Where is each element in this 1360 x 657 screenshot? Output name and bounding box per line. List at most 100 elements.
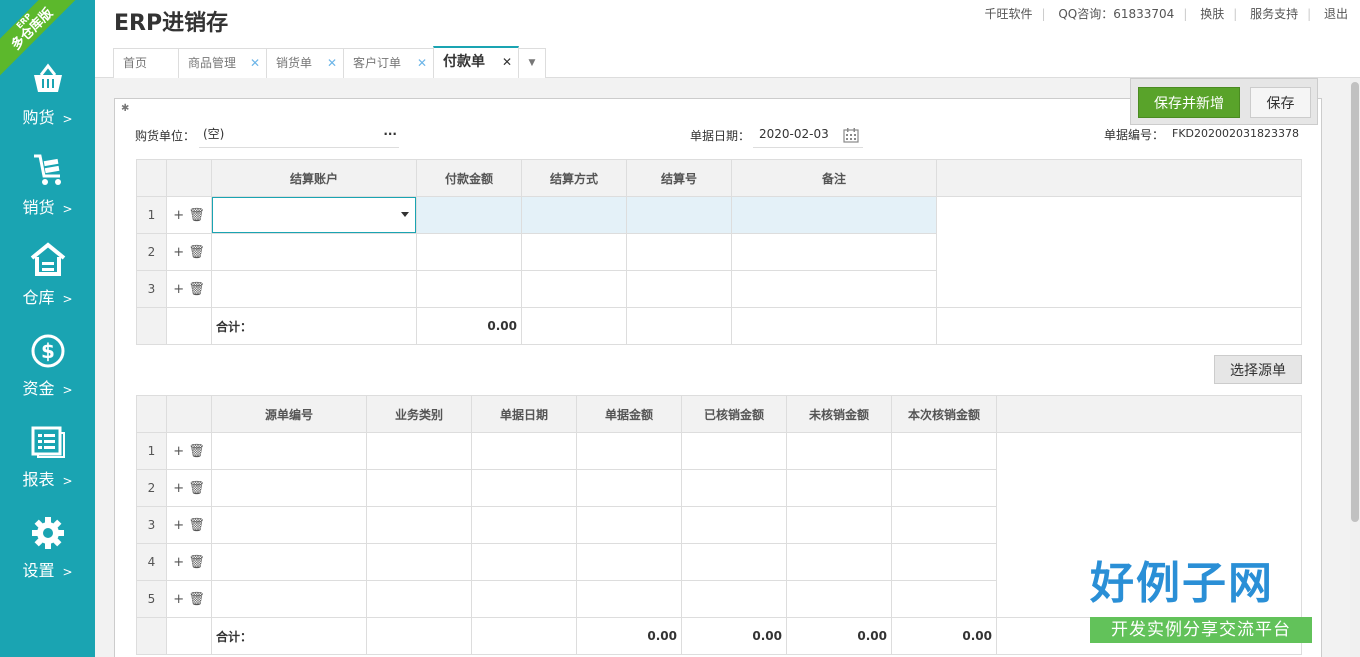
date-field[interactable]: 2020-02-03 xyxy=(753,124,863,148)
table-row[interactable]: 1 + 🗑 xyxy=(136,196,1302,308)
method-cell[interactable] xyxy=(521,196,627,234)
add-row-icon[interactable]: + xyxy=(173,518,184,533)
column-header[interactable]: 结算方式 xyxy=(521,159,627,197)
delete-row-icon[interactable]: 🗑 xyxy=(188,208,205,223)
scroll-thumb[interactable] xyxy=(1351,82,1359,522)
close-icon[interactable]: ✕ xyxy=(250,49,260,77)
sidebar-item-label: 销货 xyxy=(22,198,55,217)
link-skin[interactable]: 换肤 xyxy=(1200,7,1224,21)
delete-row-icon[interactable]: 🗑 xyxy=(188,555,205,570)
row-number: 4 xyxy=(136,543,167,581)
settle-no-cell[interactable] xyxy=(626,270,732,308)
watermark-logo: 好例子网 开发实例分享交流平台 xyxy=(1090,555,1312,645)
tab-home[interactable]: 首页 xyxy=(113,48,179,78)
sidebar-item-settings[interactable]: 设置 > xyxy=(0,515,95,595)
link-logout[interactable]: 退出 xyxy=(1324,7,1348,21)
add-row-icon[interactable]: + xyxy=(173,555,184,570)
column-header[interactable]: 业务类别 xyxy=(366,395,472,433)
link-company[interactable]: 千旺软件 xyxy=(984,7,1032,21)
chevron-right-icon: > xyxy=(62,202,73,216)
row-number: 5 xyxy=(136,580,167,618)
column-header[interactable]: 源单编号 xyxy=(211,395,367,433)
account-select[interactable] xyxy=(212,197,416,233)
logo-subtitle: 开发实例分享交流平台 xyxy=(1090,617,1312,643)
add-row-icon[interactable]: + xyxy=(173,481,184,496)
sidebar-item-label: 仓库 xyxy=(22,288,55,307)
close-icon[interactable]: ✕ xyxy=(327,49,337,77)
method-cell[interactable] xyxy=(521,233,627,271)
total-label: 合计： xyxy=(211,617,367,655)
column-header[interactable]: 已核销金额 xyxy=(681,395,787,433)
total-row: 合计： 0.00 xyxy=(136,307,1302,345)
more-icon[interactable]: ··· xyxy=(383,124,397,144)
add-row-icon[interactable]: + xyxy=(173,592,184,607)
delete-row-icon[interactable]: 🗑 xyxy=(188,444,205,459)
tab-products[interactable]: 商品管理 ✕ xyxy=(178,48,267,78)
supplier-field[interactable]: (空) ··· xyxy=(199,124,399,148)
sidebar-item-funds[interactable]: $ 资金 > xyxy=(0,333,95,413)
remark-cell[interactable] xyxy=(731,270,937,308)
total-doc-amount: 0.00 xyxy=(576,617,682,655)
settle-no-cell[interactable] xyxy=(626,196,732,234)
report-icon xyxy=(31,426,65,458)
add-row-icon[interactable]: + xyxy=(173,208,184,223)
tab-bar: 首页 商品管理 ✕ 销货单 ✕ 客户订单 ✕ 付款单 ✕ ▼ xyxy=(95,46,1360,78)
toolbar: 保存并新增 保存 xyxy=(1130,78,1318,125)
close-icon[interactable]: ✕ xyxy=(502,48,512,76)
add-row-icon[interactable]: + xyxy=(173,282,184,297)
delete-row-icon[interactable]: 🗑 xyxy=(188,518,205,533)
sidebar-item-sales[interactable]: 销货 > xyxy=(0,152,95,232)
chevron-right-icon: > xyxy=(62,565,73,579)
scrollbar[interactable] xyxy=(1350,78,1360,657)
tab-payment[interactable]: 付款单 ✕ xyxy=(433,46,519,78)
row-number: 3 xyxy=(136,270,167,308)
add-row-icon[interactable]: + xyxy=(173,245,184,260)
link-qq[interactable]: QQ咨询：61833704 xyxy=(1058,7,1174,21)
delete-row-icon[interactable]: 🗑 xyxy=(188,592,205,607)
remark-cell[interactable] xyxy=(731,196,937,234)
sidebar-item-reports[interactable]: 报表 > xyxy=(0,424,95,504)
settle-no-cell[interactable] xyxy=(626,233,732,271)
calendar-icon[interactable] xyxy=(843,127,859,143)
supplier-label: 购货单位： xyxy=(135,129,196,143)
column-header[interactable]: 备注 xyxy=(731,159,937,197)
sidebar-item-label: 资金 xyxy=(22,379,55,398)
delete-row-icon[interactable]: 🗑 xyxy=(188,245,205,260)
account-cell[interactable] xyxy=(211,270,417,308)
column-header[interactable]: 单据金额 xyxy=(576,395,682,433)
tab-menu-dropdown[interactable]: ▼ xyxy=(518,48,546,78)
amount-cell[interactable] xyxy=(416,233,522,271)
tab-sales-order[interactable]: 销货单 ✕ xyxy=(266,48,344,78)
chevron-right-icon: > xyxy=(62,292,73,306)
add-row-icon[interactable]: + xyxy=(173,444,184,459)
sidebar-item-label: 报表 xyxy=(22,470,55,489)
link-support[interactable]: 服务支持 xyxy=(1250,7,1298,21)
account-cell[interactable] xyxy=(211,233,417,271)
delete-row-icon[interactable]: 🗑 xyxy=(188,282,205,297)
column-header[interactable]: 结算号 xyxy=(626,159,732,197)
sidebar-item-warehouse[interactable]: 仓库 > xyxy=(0,242,95,322)
chevron-right-icon: > xyxy=(62,383,73,397)
amount-cell[interactable] xyxy=(416,270,522,308)
column-header[interactable]: 未核销金额 xyxy=(786,395,892,433)
remark-cell[interactable] xyxy=(731,233,937,271)
close-icon[interactable]: ✕ xyxy=(417,49,427,77)
column-header[interactable]: 结算账户 xyxy=(211,159,417,197)
amount-cell[interactable] xyxy=(416,196,522,234)
column-header[interactable]: 付款金额 xyxy=(416,159,522,197)
choose-source-button[interactable]: 选择源单 xyxy=(1214,355,1302,384)
column-header[interactable]: 单据日期 xyxy=(471,395,577,433)
sidebar-item-label: 购货 xyxy=(22,108,55,127)
save-button[interactable]: 保存 xyxy=(1250,87,1311,118)
svg-text:$: $ xyxy=(41,339,55,363)
tab-customer-order[interactable]: 客户订单 ✕ xyxy=(343,48,434,78)
delete-row-icon[interactable]: 🗑 xyxy=(188,481,205,496)
table-row[interactable]: 1 + 🗑 xyxy=(136,432,1302,618)
save-and-new-button[interactable]: 保存并新增 xyxy=(1138,87,1240,118)
gear-icon xyxy=(31,517,64,549)
settings-small-icon[interactable]: ✱ xyxy=(121,103,129,114)
method-cell[interactable] xyxy=(521,270,627,308)
sidebar-item-purchase[interactable]: 购货 > xyxy=(0,62,95,142)
column-header[interactable]: 本次核销金额 xyxy=(891,395,997,433)
total-unverified-amount: 0.00 xyxy=(786,617,892,655)
